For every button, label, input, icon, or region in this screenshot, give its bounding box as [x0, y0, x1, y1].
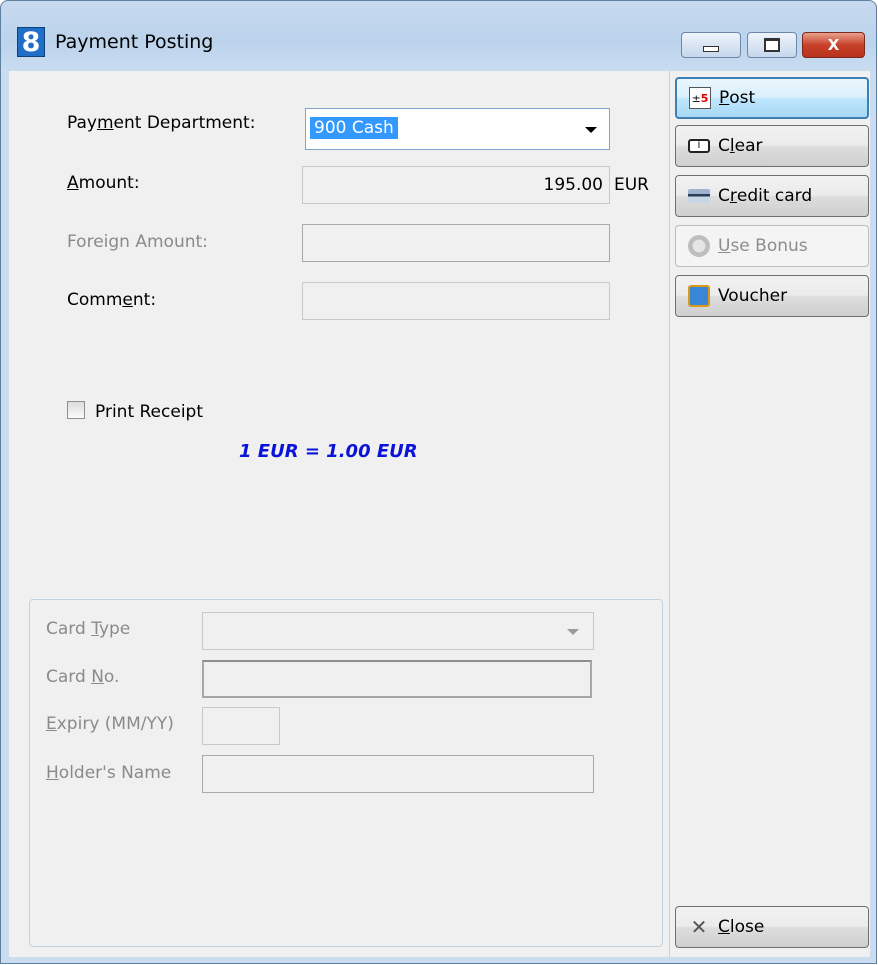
close-button[interactable]: ✕ Close — [675, 906, 869, 948]
eraser-icon: I — [688, 139, 710, 153]
gift-icon — [688, 285, 710, 307]
holder-name-field[interactable] — [202, 755, 594, 793]
amount-field[interactable]: 195.00 — [302, 166, 610, 204]
amount-value: 195.00 — [543, 175, 603, 195]
foreign-amount-label: Foreign Amount: — [67, 232, 208, 252]
payment-department-value: 900 Cash — [310, 117, 398, 139]
holder-name-label: Holder's Name — [46, 763, 172, 783]
post-button[interactable]: ±5 Post — [675, 77, 869, 119]
maximize-button[interactable] — [747, 32, 797, 58]
payment-posting-window: 8 Payment Posting X Payment Department: … — [0, 0, 877, 964]
foreign-amount-field[interactable] — [302, 224, 610, 262]
expiry-field[interactable] — [202, 707, 280, 745]
comment-field[interactable] — [302, 282, 610, 320]
payment-form-panel: Payment Department: 900 Cash Amount: 195… — [9, 71, 670, 957]
chevron-down-icon[interactable] — [585, 127, 597, 133]
calculator-icon: ±5 — [689, 87, 711, 109]
app-logo-icon: 8 — [17, 27, 45, 58]
credit-card-button[interactable]: Cr edit card — [675, 175, 869, 217]
credit-card-icon — [688, 189, 710, 203]
minimize-icon — [703, 46, 719, 52]
card-number-label: Card No. — [46, 667, 120, 687]
print-receipt-label[interactable]: Print Receipt — [95, 402, 203, 422]
use-bonus-button[interactable]: Use Bonus — [675, 225, 869, 267]
expiry-label: Expiry (MM/YY) — [46, 714, 174, 734]
exchange-rate-text: 1 EUR = 1.00 EUR — [239, 441, 418, 462]
dialog-client-area: Payment Department: 900 Cash Amount: 195… — [9, 71, 870, 957]
window-close-button[interactable]: X — [802, 32, 865, 58]
comment-label: Comment: — [67, 290, 157, 310]
card-type-label: Card Type — [46, 619, 131, 639]
payment-department-label: Payment Department: — [67, 113, 256, 133]
print-receipt-checkbox[interactable] — [67, 401, 85, 419]
clear-button[interactable]: I Cl ear — [675, 125, 869, 167]
payment-department-select[interactable]: 900 Cash — [305, 108, 610, 150]
card-number-field[interactable] — [202, 660, 592, 698]
amount-label: Amount: — [67, 173, 140, 193]
close-icon: X — [827, 36, 840, 54]
title-bar[interactable]: 8 Payment Posting X — [1, 1, 876, 71]
credit-card-details-group: Card Type Card No. Expiry (MM/YY) Holder… — [29, 599, 663, 947]
card-type-select[interactable] — [202, 612, 594, 650]
maximize-icon — [764, 38, 780, 52]
action-button-panel: ±5 Post I Cl ear Cr edit card Use Bonus Vo… — [670, 71, 870, 957]
window-title: Payment Posting — [55, 31, 214, 53]
chevron-down-icon[interactable] — [567, 629, 579, 635]
tools-icon: ✕ — [690, 915, 708, 939]
minimize-button[interactable] — [681, 32, 741, 58]
amount-currency: EUR — [614, 175, 649, 195]
voucher-button[interactable]: Voucher — [675, 275, 869, 317]
ribbon-award-icon — [688, 235, 710, 257]
